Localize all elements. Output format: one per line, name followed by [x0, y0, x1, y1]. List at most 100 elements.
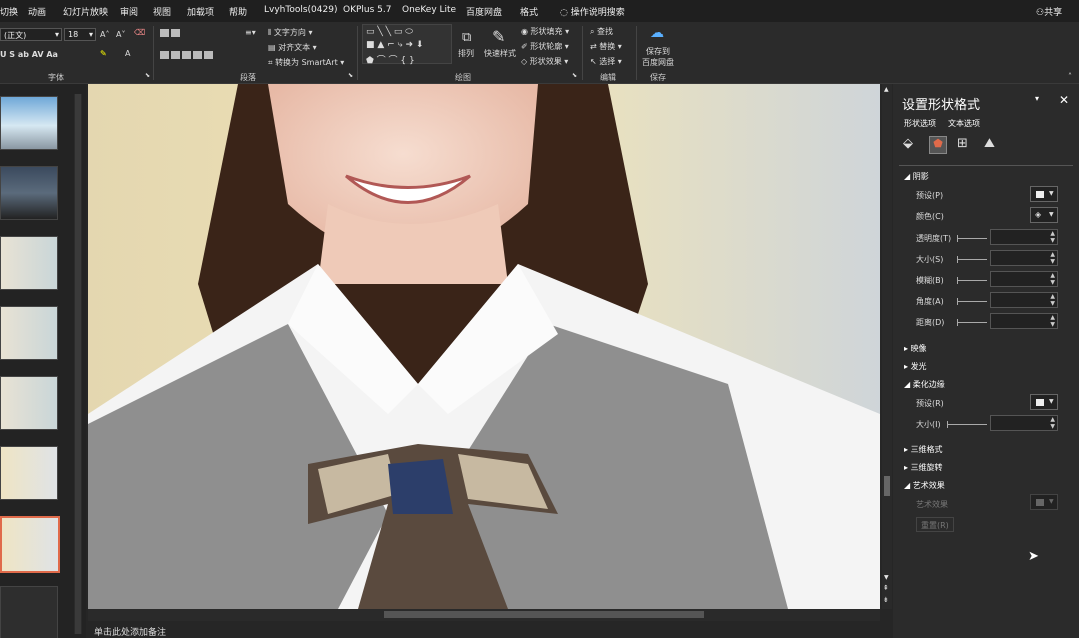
underline-icon[interactable]: U S ab AV Aa	[0, 50, 58, 59]
blur-slider[interactable]	[957, 277, 987, 284]
arrange-label[interactable]: 排列	[458, 48, 474, 59]
slide-thumbnail[interactable]	[0, 306, 58, 360]
tab-okplus[interactable]: OKPlus 5.7	[343, 5, 391, 15]
slide-thumbnail[interactable]	[0, 166, 58, 220]
shadow-color-button[interactable]: ◈ ▼	[1030, 207, 1058, 223]
soft-edges-size-spinner[interactable]: ▲ ▼	[990, 415, 1058, 431]
format-3d-section[interactable]: ▸ 三维格式	[904, 444, 943, 455]
shape-outline-button[interactable]: ✐ 形状轮廓 ▾	[521, 41, 569, 52]
spin-up-icon[interactable]: ▲	[1050, 230, 1055, 237]
slide-thumbnail[interactable]	[0, 236, 58, 290]
next-slide-icon[interactable]: ⇟	[883, 596, 889, 604]
spin-up-icon[interactable]: ▲	[1050, 293, 1055, 300]
transparency-spinner[interactable]: ▲ ▼	[990, 229, 1058, 245]
replace-button[interactable]: ⇄ 替换 ▾	[590, 41, 622, 52]
save-baidu-line1[interactable]: 保存到	[646, 46, 670, 57]
font-name-combo[interactable]: (正文) ▾	[0, 28, 62, 41]
collapse-ribbon-icon[interactable]: ˄	[1068, 72, 1072, 81]
tab-transitions[interactable]: 切换	[0, 5, 18, 18]
angle-spinner[interactable]: ▲ ▼	[990, 292, 1058, 308]
font-size-combo[interactable]: 18 ▾	[64, 28, 96, 41]
tab-format[interactable]: 格式	[520, 5, 538, 18]
size-properties-icon[interactable]: ⊞	[957, 136, 975, 154]
slide-thumbnail[interactable]	[0, 96, 58, 150]
canvas-horizontal-scrollbar[interactable]	[88, 609, 880, 621]
thumbnails-scrollbar[interactable]	[74, 94, 82, 634]
quick-styles-label[interactable]: 快速样式	[484, 48, 516, 59]
tab-baidu[interactable]: 百度网盘	[466, 5, 502, 18]
share-button[interactable]: ⚇共享	[1036, 5, 1062, 18]
slide-thumbnail[interactable]	[0, 586, 58, 638]
spin-down-icon[interactable]: ▼	[1050, 321, 1055, 328]
tab-slideshow[interactable]: 幻灯片放映	[63, 5, 108, 18]
tab-view[interactable]: 视图	[153, 5, 171, 18]
shapes-gallery[interactable]: ▭ ╲ ╲ ▭ ⬭ ■ ▲ ⌐ ⤷ ➜ ⬇ ⬟ ⌒ ⌒ { }	[362, 24, 452, 66]
blur-spinner[interactable]: ▲ ▼	[990, 271, 1058, 287]
distance-slider[interactable]	[957, 319, 987, 326]
effects-icon[interactable]: ⬟	[929, 136, 947, 154]
spin-down-icon[interactable]: ▼	[1050, 258, 1055, 265]
slide-thumbnail-selected[interactable]	[0, 516, 60, 573]
shape-fill-button[interactable]: ◉ 形状填充 ▾	[521, 26, 569, 37]
save-baidu-line2[interactable]: 百度网盘	[642, 57, 674, 68]
tab-lvyhtools[interactable]: LvyhTools(0429)	[264, 5, 337, 15]
select-button[interactable]: ↖ 选择 ▾	[590, 56, 622, 67]
tab-animations[interactable]: 动画	[28, 5, 46, 18]
text-direction-button[interactable]: ⫴ 文字方向 ▾	[268, 27, 312, 38]
glow-section[interactable]: ▸ 发光	[904, 361, 927, 372]
spin-down-icon[interactable]: ▼	[1050, 423, 1055, 430]
rotation-3d-section[interactable]: ▸ 三维旋转	[904, 462, 943, 473]
spin-up-icon[interactable]: ▲	[1050, 272, 1055, 279]
slide-thumbnail[interactable]	[0, 376, 58, 430]
fill-line-icon[interactable]: ⬙	[903, 136, 921, 154]
grow-font-icon[interactable]: A˄	[100, 30, 109, 39]
tell-me-search[interactable]: ◌ 操作说明搜索	[560, 5, 625, 18]
angle-slider[interactable]	[957, 298, 987, 305]
chevron-down-icon[interactable]: ▾	[1035, 94, 1039, 103]
spin-up-icon[interactable]: ▲	[1050, 251, 1055, 258]
scrollbar-thumb[interactable]	[384, 611, 704, 618]
tab-text-options[interactable]: 文本选项	[948, 118, 980, 129]
quick-styles-icon[interactable]: ✎	[492, 27, 505, 46]
soft-edges-preset-button[interactable]: ▼	[1030, 394, 1058, 410]
size-slider[interactable]	[957, 256, 987, 263]
dialog-launcher-icon[interactable]: ⬊	[572, 72, 577, 79]
tab-review[interactable]: 审阅	[120, 5, 138, 18]
picture-icon[interactable]: ⛰	[984, 136, 1002, 154]
font-color-icon[interactable]: A	[125, 49, 130, 58]
tab-shape-options[interactable]: 形状选项	[904, 118, 936, 129]
prev-slide-icon[interactable]: ⇞	[883, 584, 889, 592]
shadow-section[interactable]: ◢ 阴影	[904, 171, 929, 182]
dialog-launcher-icon[interactable]: ⬊	[145, 72, 150, 79]
spin-down-icon[interactable]: ▼	[1050, 237, 1055, 244]
scrollbar-thumb[interactable]	[884, 476, 890, 496]
slide-thumbnail[interactable]	[0, 446, 58, 500]
shape-effects-button[interactable]: ◇ 形状效果 ▾	[521, 56, 568, 67]
align-text-button[interactable]: ▤ 对齐文本 ▾	[268, 42, 317, 53]
convert-smartart-button[interactable]: ⌗ 转换为 SmartArt ▾	[268, 57, 344, 68]
close-icon[interactable]: ✕	[1059, 93, 1069, 107]
spin-up-icon[interactable]: ▲	[1050, 416, 1055, 423]
spin-down-icon[interactable]: ▼	[1050, 279, 1055, 286]
clear-format-icon[interactable]: ⌫	[134, 28, 145, 37]
shadow-preset-button[interactable]: ▼	[1030, 186, 1058, 202]
size-spinner[interactable]: ▲ ▼	[990, 250, 1058, 266]
tab-addins[interactable]: 加载项	[187, 5, 214, 18]
soft-edges-section[interactable]: ◢ 柔化边缘	[904, 379, 945, 390]
shrink-font-icon[interactable]: A˅	[116, 30, 125, 39]
align-icons[interactable]	[160, 50, 215, 59]
chevron-up-icon[interactable]: ▲	[884, 86, 889, 93]
chevron-down-icon[interactable]: ▼	[884, 574, 889, 581]
highlight-icon[interactable]: ✎	[100, 49, 107, 58]
tab-onekey[interactable]: OneKey Lite	[402, 5, 456, 15]
artistic-effects-section[interactable]: ◢ 艺术效果	[904, 480, 945, 491]
arrange-icon[interactable]: ⧉	[462, 30, 471, 45]
slide-canvas[interactable]	[88, 84, 880, 609]
spin-up-icon[interactable]: ▲	[1050, 314, 1055, 321]
cloud-icon[interactable]: ☁	[650, 25, 664, 41]
notes-pane[interactable]: 单击此处添加备注	[88, 621, 892, 638]
transparency-slider[interactable]	[957, 235, 987, 242]
bullets-icon[interactable]	[160, 28, 182, 37]
canvas-vertical-scrollbar[interactable]: ▲ ▼ ⇞ ⇟	[882, 84, 892, 609]
scrollbar-thumb[interactable]	[75, 94, 81, 634]
